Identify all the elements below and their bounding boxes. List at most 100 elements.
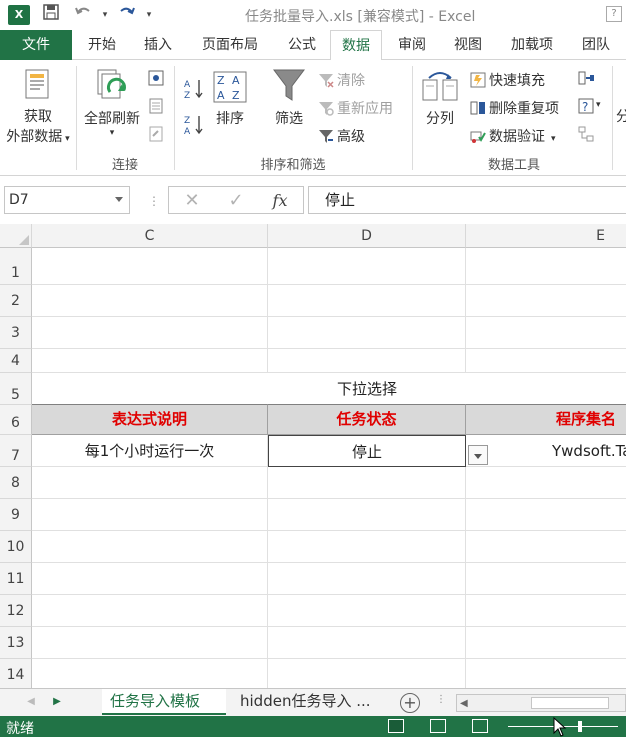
enter-icon[interactable]: ✓	[221, 189, 251, 213]
cell-d10[interactable]	[268, 531, 466, 563]
column-header-c[interactable]: C	[32, 224, 268, 248]
select-all-corner[interactable]	[0, 224, 32, 248]
row-header-6[interactable]: 6	[0, 405, 32, 435]
cell-c1[interactable]	[32, 248, 268, 285]
cell-d12[interactable]	[268, 595, 466, 627]
worksheet-grid[interactable]: C D E 1 2 3 4 5 6 7 8 9 10 11 12 13 14 下…	[0, 224, 626, 688]
cell-c14[interactable]	[32, 659, 268, 688]
row-header-3[interactable]: 3	[0, 317, 32, 349]
tab-bar-grip-icon[interactable]: ⋮	[434, 693, 448, 707]
row-header-11[interactable]: 11	[0, 563, 32, 595]
reapply-button[interactable]: 重新应用	[318, 98, 393, 118]
tab-page-layout[interactable]: 页面布局	[190, 30, 270, 60]
cell-c12[interactable]	[32, 595, 268, 627]
row-header-7[interactable]: 7	[0, 435, 32, 467]
tab-view[interactable]: 视图	[444, 30, 492, 60]
undo-dropdown-icon[interactable]: ▾	[94, 4, 116, 26]
cell-d8[interactable]	[268, 467, 466, 499]
properties-icon[interactable]	[148, 98, 164, 114]
cell-d14[interactable]	[268, 659, 466, 688]
cell-e12[interactable]	[466, 595, 626, 627]
cell-c6-header[interactable]: 表达式说明	[32, 404, 268, 435]
row-header-9[interactable]: 9	[0, 499, 32, 531]
cell-e10[interactable]	[466, 531, 626, 563]
row-header-14[interactable]: 14	[0, 659, 32, 688]
filter-button[interactable]: 筛选	[264, 66, 314, 128]
cell-c4[interactable]	[32, 349, 268, 373]
help-icon[interactable]: ?	[606, 6, 622, 22]
cell-d1[interactable]	[268, 248, 466, 285]
sheet-tab-template[interactable]: 任务导入模板	[102, 689, 226, 715]
sort-button[interactable]: ZAAZ 排序	[208, 70, 252, 128]
cell-d7-selected[interactable]: 停止	[268, 435, 466, 467]
redo-dropdown-icon[interactable]: ▾	[138, 4, 160, 26]
insert-function-icon[interactable]: fx	[265, 189, 295, 213]
advanced-filter-button[interactable]: 高级	[318, 126, 365, 146]
save-icon[interactable]	[40, 4, 62, 26]
cell-c2[interactable]	[32, 285, 268, 317]
cell-e3[interactable]	[466, 317, 626, 349]
flash-fill-button[interactable]: 快速填充	[470, 70, 545, 90]
cell-e2[interactable]	[466, 285, 626, 317]
column-header-d[interactable]: D	[268, 224, 466, 248]
undo-icon[interactable]	[72, 4, 94, 26]
cell-d6-header[interactable]: 任务状态	[268, 404, 466, 435]
page-break-preview-icon[interactable]	[472, 719, 488, 733]
sort-a-to-z-icon[interactable]: AZ	[184, 78, 204, 100]
cell-e13[interactable]	[466, 627, 626, 659]
row-header-8[interactable]: 8	[0, 467, 32, 499]
cell-d2[interactable]	[268, 285, 466, 317]
redo-icon[interactable]	[116, 4, 138, 26]
horizontal-scrollbar[interactable]: ◀	[456, 694, 626, 712]
formula-bar-grip-icon[interactable]: ⋮	[148, 194, 160, 208]
tab-data[interactable]: 数据	[330, 30, 382, 61]
cell-d5[interactable]: 下拉选择	[268, 373, 466, 405]
tab-home[interactable]: 开始	[78, 30, 126, 60]
what-if-analysis-icon[interactable]: ?	[578, 98, 594, 114]
tab-formulas[interactable]: 公式	[278, 30, 326, 60]
row-header-2[interactable]: 2	[0, 285, 32, 317]
cell-e11[interactable]	[466, 563, 626, 595]
tab-team[interactable]: 团队	[572, 30, 620, 60]
row-header-1[interactable]: 1	[0, 248, 32, 285]
cell-c7[interactable]: 每1个小时运行一次	[32, 435, 268, 467]
refresh-all-button[interactable]: 全部刷新 ▾	[80, 66, 144, 138]
cell-d11[interactable]	[268, 563, 466, 595]
edit-links-icon[interactable]	[148, 126, 164, 142]
remove-duplicates-button[interactable]: 删除重复项	[470, 98, 559, 118]
cell-e8[interactable]	[466, 467, 626, 499]
data-validation-dropdown-icon[interactable]: ▾	[551, 134, 556, 144]
cell-c11[interactable]	[32, 563, 268, 595]
row-header-12[interactable]: 12	[0, 595, 32, 627]
connections-icon[interactable]	[148, 70, 164, 86]
text-to-columns-button[interactable]: 分列	[416, 70, 464, 128]
get-external-data-button[interactable]: 获取 外部数据 ▾	[2, 66, 74, 146]
scroll-left-icon[interactable]: ◀	[460, 698, 468, 709]
cell-d9[interactable]	[268, 499, 466, 531]
cancel-icon[interactable]: ✕	[177, 189, 207, 213]
normal-view-icon[interactable]	[388, 719, 404, 733]
tab-review[interactable]: 审阅	[388, 30, 436, 60]
cell-c5[interactable]	[32, 373, 268, 405]
page-layout-view-icon[interactable]	[430, 719, 446, 733]
tab-addins[interactable]: 加载项	[500, 30, 564, 60]
cell-e5[interactable]	[466, 373, 626, 405]
column-header-e[interactable]: E	[466, 224, 626, 248]
formula-input[interactable]: 停止	[308, 186, 626, 214]
tab-insert[interactable]: 插入	[134, 30, 182, 60]
row-header-4[interactable]: 4	[0, 349, 32, 373]
cell-d4[interactable]	[268, 349, 466, 373]
cell-e9[interactable]	[466, 499, 626, 531]
cell-e1[interactable]	[466, 248, 626, 285]
scrollbar-thumb[interactable]	[531, 697, 609, 709]
sheet-nav-next-icon[interactable]: ▶	[50, 695, 64, 709]
cell-c8[interactable]	[32, 467, 268, 499]
relationships-icon[interactable]	[578, 126, 594, 142]
row-header-5[interactable]: 5	[0, 373, 32, 405]
overflow-group-label[interactable]: 分	[616, 106, 626, 126]
sort-z-to-a-icon[interactable]: ZA	[184, 114, 204, 136]
cell-d3[interactable]	[268, 317, 466, 349]
sheet-nav-prev-icon[interactable]: ◀	[24, 695, 38, 709]
cell-c3[interactable]	[32, 317, 268, 349]
cell-c9[interactable]	[32, 499, 268, 531]
